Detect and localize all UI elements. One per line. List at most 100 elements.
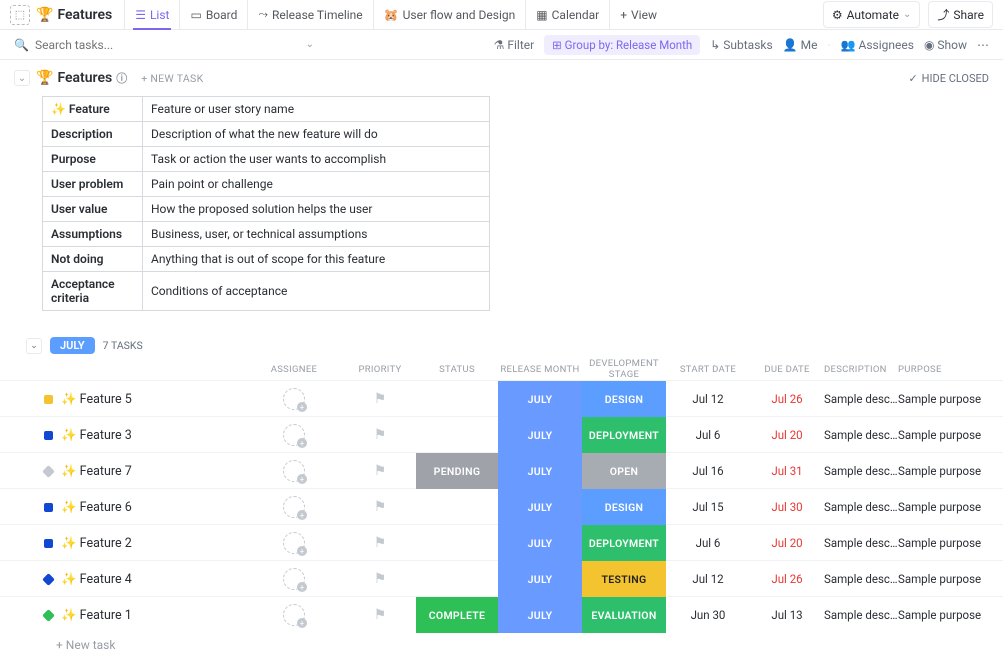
col-stage[interactable]: DEVELOPMENT STAGE <box>582 358 666 380</box>
assignee-cell[interactable] <box>244 388 344 410</box>
stage-pill[interactable]: DEPLOYMENT <box>582 417 666 453</box>
task-name-cell[interactable]: ✨ Feature 2 <box>44 536 244 551</box>
group-by-chip[interactable]: ⊞ Group by: Release Month <box>544 35 700 55</box>
start-date[interactable]: Jul 12 <box>666 572 750 586</box>
task-row[interactable]: ✨ Feature 6 ⚑ IN PROGRESS JULY DESIGN Ju… <box>0 488 1003 524</box>
assignees-button[interactable]: 👥 Assignees <box>841 38 914 52</box>
assignee-cell[interactable] <box>244 496 344 518</box>
due-date[interactable]: Jul 13 <box>750 608 824 622</box>
task-row[interactable]: ✨ Feature 4 ⚑ IN PROGRESS JULY TESTING J… <box>0 560 1003 596</box>
due-date[interactable]: Jul 31 <box>750 464 824 478</box>
task-name-cell[interactable]: ✨ Feature 4 <box>44 572 244 587</box>
release-month-pill[interactable]: JULY <box>498 525 582 561</box>
share-button[interactable]: ⤴ Share <box>928 1 993 28</box>
col-release[interactable]: RELEASE MONTH <box>498 364 582 375</box>
purpose-cell[interactable]: Sample purpose <box>898 536 998 550</box>
purpose-cell[interactable]: Sample purpose <box>898 572 998 586</box>
hide-closed-button[interactable]: ✓ HIDE CLOSED <box>908 72 989 85</box>
info-icon[interactable]: ⓘ <box>116 70 127 86</box>
tab-calendar[interactable]: ▦Calendar <box>525 0 609 29</box>
stage-pill[interactable]: EVALUATION <box>582 597 666 633</box>
release-month-pill[interactable]: JULY <box>498 453 582 489</box>
task-row[interactable]: ✨ Feature 1 ⚑ COMPLETE JULY EVALUATION J… <box>0 596 1003 632</box>
assignee-avatar[interactable] <box>283 460 305 482</box>
description-cell[interactable]: Sample description <box>824 536 898 550</box>
col-due[interactable]: DUE DATE <box>750 364 824 375</box>
assignee-avatar[interactable] <box>283 568 305 590</box>
priority-cell[interactable]: ⚑ <box>344 391 416 407</box>
description-cell[interactable]: Sample description <box>824 464 898 478</box>
description-cell[interactable]: Sample description <box>824 428 898 442</box>
task-name-cell[interactable]: ✨ Feature 6 <box>44 500 244 515</box>
task-name-cell[interactable]: ✨ Feature 3 <box>44 428 244 443</box>
task-name-cell[interactable]: ✨ Feature 7 <box>44 464 244 479</box>
status-pill[interactable]: IN PROGRESS <box>416 489 498 525</box>
status-pill[interactable]: IN PROGRESS <box>416 561 498 597</box>
due-date[interactable]: Jul 20 <box>750 428 824 442</box>
release-month-pill[interactable]: JULY <box>498 561 582 597</box>
release-month-pill[interactable]: JULY <box>498 381 582 417</box>
stage-pill[interactable]: DESIGN <box>582 381 666 417</box>
description-cell[interactable]: Sample description <box>824 500 898 514</box>
task-name-cell[interactable]: ✨ Feature 5 <box>44 392 244 407</box>
col-assignee[interactable]: ASSIGNEE <box>244 364 344 375</box>
me-button[interactable]: 👤 Me <box>783 38 818 52</box>
new-task-row[interactable]: + New task <box>0 632 1003 658</box>
collapse-icon[interactable]: ⌄ <box>26 338 42 354</box>
stage-pill[interactable]: DEPLOYMENT <box>582 525 666 561</box>
tab-view[interactable]: +View <box>609 0 667 29</box>
due-date[interactable]: Jul 26 <box>750 572 824 586</box>
purpose-cell[interactable]: Sample purpose <box>898 500 998 514</box>
assignee-avatar[interactable] <box>283 496 305 518</box>
assignee-cell[interactable] <box>244 460 344 482</box>
priority-cell[interactable]: ⚑ <box>344 535 416 551</box>
show-button[interactable]: ◉ Show <box>924 38 967 52</box>
status-pill[interactable]: IN PROGRESS <box>416 525 498 561</box>
due-date[interactable]: Jul 30 <box>750 500 824 514</box>
subtasks-button[interactable]: ↳ Subtasks <box>710 38 772 52</box>
start-date[interactable]: Jul 15 <box>666 500 750 514</box>
col-desc[interactable]: DESCRIPTION <box>824 364 898 375</box>
new-task-link[interactable]: + NEW TASK <box>141 72 203 85</box>
description-cell[interactable]: Sample description <box>824 572 898 586</box>
priority-cell[interactable]: ⚑ <box>344 499 416 515</box>
start-date[interactable]: Jun 30 <box>666 608 750 622</box>
due-date[interactable]: Jul 26 <box>750 392 824 406</box>
assignee-avatar[interactable] <box>283 604 305 626</box>
stage-pill[interactable]: TESTING <box>582 561 666 597</box>
release-month-pill[interactable]: JULY <box>498 489 582 525</box>
tab-release-timeline[interactable]: ⤳Release Timeline <box>247 0 372 29</box>
tab-user-flow-and-design[interactable]: 🐹User flow and Design <box>373 0 526 29</box>
automate-button[interactable]: ⚙ Automate ⌄ <box>823 1 921 28</box>
col-priority[interactable]: PRIORITY <box>344 364 416 375</box>
task-name-cell[interactable]: ✨ Feature 1 <box>44 608 244 623</box>
assignee-cell[interactable] <box>244 604 344 626</box>
task-row[interactable]: ✨ Feature 2 ⚑ IN PROGRESS JULY DEPLOYMEN… <box>0 524 1003 560</box>
assignee-cell[interactable] <box>244 424 344 446</box>
purpose-cell[interactable]: Sample purpose <box>898 464 998 478</box>
assignee-avatar[interactable] <box>283 424 305 446</box>
chevron-down-icon[interactable]: ⌄ <box>14 70 30 86</box>
group-pill[interactable]: JULY <box>50 337 95 354</box>
col-status[interactable]: STATUS <box>416 364 498 375</box>
assignee-avatar[interactable] <box>283 532 305 554</box>
purpose-cell[interactable]: Sample purpose <box>898 392 998 406</box>
priority-cell[interactable]: ⚑ <box>344 607 416 623</box>
description-cell[interactable]: Sample description <box>824 608 898 622</box>
start-date[interactable]: Jul 16 <box>666 464 750 478</box>
start-date[interactable]: Jul 6 <box>666 428 750 442</box>
stage-pill[interactable]: OPEN <box>582 453 666 489</box>
due-date[interactable]: Jul 20 <box>750 536 824 550</box>
status-pill[interactable]: IN PROGRESS <box>416 417 498 453</box>
task-row[interactable]: ✨ Feature 3 ⚑ IN PROGRESS JULY DEPLOYMEN… <box>0 416 1003 452</box>
status-pill[interactable]: PENDING <box>416 453 498 489</box>
release-month-pill[interactable]: JULY <box>498 417 582 453</box>
tab-list[interactable]: ☰List <box>124 0 179 29</box>
filter-button[interactable]: ⚗ Filter <box>494 38 535 52</box>
stage-pill[interactable]: DESIGN <box>582 489 666 525</box>
assignee-avatar[interactable] <box>283 388 305 410</box>
purpose-cell[interactable]: Sample purpose <box>898 428 998 442</box>
release-month-pill[interactable]: JULY <box>498 597 582 633</box>
description-cell[interactable]: Sample description <box>824 392 898 406</box>
task-row[interactable]: ✨ Feature 7 ⚑ PENDING JULY OPEN Jul 16 J… <box>0 452 1003 488</box>
